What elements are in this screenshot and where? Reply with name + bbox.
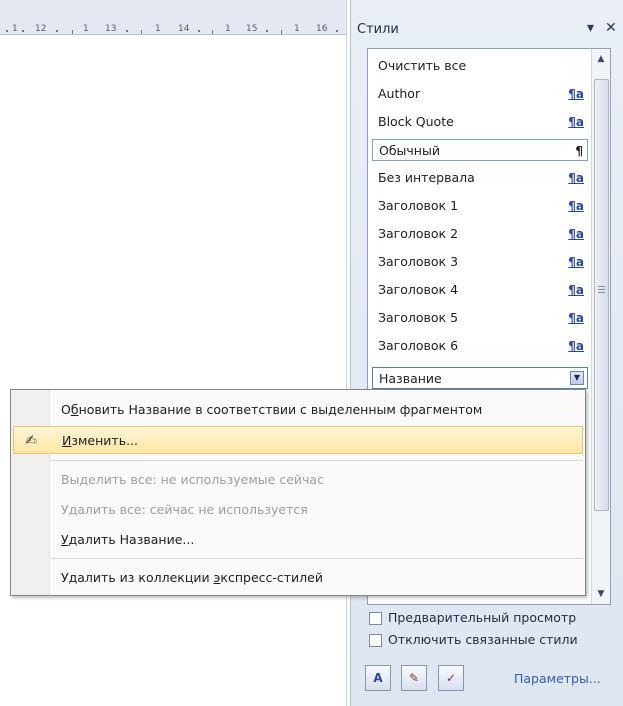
preview-option[interactable]: Предварительный просмотр: [369, 610, 576, 625]
style-item-label: Очистить все: [378, 58, 467, 73]
document-edge: [346, 0, 347, 706]
ruler-label: 15: [246, 24, 258, 34]
menu-item-remove-from-gallery[interactable]: Удалить из коллекции экспресс-стилей: [13, 564, 583, 592]
horizontal-ruler[interactable]: 1 12 1 13 1 14 1 15 1 16: [0, 0, 346, 35]
disable-linked-label: Отключить связанные стили: [388, 632, 578, 647]
ruler-label: 1: [155, 24, 161, 34]
style-item-label: Без интервала: [378, 170, 475, 185]
modify-style-icon: ✍: [25, 433, 37, 449]
style-item-label: Название: [379, 371, 442, 386]
document-canvas[interactable]: [0, 35, 346, 706]
style-item-label: Author: [378, 86, 421, 101]
ruler-ticks: 1 12 1 13 1 14 1 15 1 16: [0, 12, 346, 34]
style-item-heading-1[interactable]: Заголовок 1 ¶a: [372, 195, 588, 217]
scroll-down-icon[interactable]: ▼: [592, 586, 610, 602]
scroll-up-icon[interactable]: ▲: [592, 51, 610, 67]
paragraph-style-icon: ¶: [575, 144, 583, 158]
style-inspector-icon: ✎: [408, 671, 420, 685]
disable-linked-option[interactable]: Отключить связанные стили: [369, 632, 578, 647]
linked-style-icon: ¶a: [568, 311, 584, 325]
new-style-icon: A: [373, 671, 383, 685]
style-item-heading-2[interactable]: Заголовок 2 ¶a: [372, 223, 588, 245]
linked-style-icon: ¶a: [568, 227, 584, 241]
options-link[interactable]: Параметры...: [514, 671, 601, 686]
pane-menu-icon[interactable]: ▾: [587, 20, 594, 36]
style-item-label: Заголовок 3: [378, 254, 459, 269]
style-item-label: Block Quote: [378, 114, 454, 129]
style-item-label: Заголовок 4: [378, 282, 459, 297]
ruler-label: 14: [178, 24, 190, 34]
style-item-label: Заголовок 6: [378, 338, 459, 353]
style-item-label: Обычный: [379, 143, 440, 158]
menu-item-update-style[interactable]: Обновить Название в соответствии с выдел…: [13, 396, 583, 424]
linked-style-icon: ¶a: [568, 339, 584, 353]
ruler-label: 1: [83, 24, 89, 34]
style-item-label: Заголовок 1: [378, 198, 459, 213]
style-item-normal[interactable]: Обычный ¶: [372, 139, 588, 161]
scroll-thumb[interactable]: [594, 79, 609, 511]
style-context-menu: Обновить Название в соответствии с выдел…: [10, 389, 586, 596]
linked-style-icon: ¶a: [568, 255, 584, 269]
style-item-title[interactable]: Название ▼: [372, 367, 588, 389]
linked-style-icon: ¶a: [568, 283, 584, 297]
style-item-heading-4[interactable]: Заголовок 4 ¶a: [372, 279, 588, 301]
style-item-clear-all[interactable]: Очистить все: [372, 55, 588, 77]
linked-style-icon: ¶a: [568, 115, 584, 129]
styles-pane: Стили ▾ ✕ Очистить все Author ¶a Block Q…: [350, 0, 623, 706]
linked-style-icon: ¶a: [568, 199, 584, 213]
menu-separator: [51, 558, 583, 559]
menu-item-select-all: Выделить все: не используемые сейчас: [61, 472, 324, 487]
preview-checkbox[interactable]: [369, 612, 382, 625]
new-style-button[interactable]: A: [365, 665, 391, 691]
styles-scrollbar[interactable]: ▲ ▼: [591, 49, 610, 604]
ruler-label: 1: [294, 24, 300, 34]
manage-styles-icon: ✓: [445, 671, 457, 685]
style-item-heading-3[interactable]: Заголовок 3 ¶a: [372, 251, 588, 273]
menu-separator: [51, 460, 583, 461]
style-item-label: Заголовок 5: [378, 310, 459, 325]
ruler-label: 1: [12, 24, 18, 34]
linked-style-icon: ¶a: [568, 171, 584, 185]
pane-title: Стили: [357, 22, 399, 37]
menu-item-delete-style[interactable]: Удалить Название...: [13, 526, 583, 554]
style-item-label: Заголовок 2: [378, 226, 459, 241]
style-item-block-quote[interactable]: Block Quote ¶a: [372, 111, 588, 133]
ruler-label: 13: [105, 24, 117, 34]
ruler-label: 16: [316, 24, 328, 34]
menu-item-delete-all: Удалить все: сейчас не используется: [61, 502, 308, 517]
style-item-heading-5[interactable]: Заголовок 5 ¶a: [372, 307, 588, 329]
menu-item-modify[interactable]: ✍ Изменить...: [13, 426, 583, 454]
disable-linked-checkbox[interactable]: [369, 634, 382, 647]
style-inspector-button[interactable]: ✎: [401, 665, 427, 691]
style-item-no-spacing[interactable]: Без интервала ¶a: [372, 167, 588, 189]
style-item-author[interactable]: Author ¶a: [372, 83, 588, 105]
manage-styles-button[interactable]: ✓: [438, 665, 464, 691]
chevron-down-icon[interactable]: ▼: [570, 371, 584, 385]
ruler-label: 12: [35, 24, 47, 34]
close-icon[interactable]: ✕: [605, 20, 617, 36]
style-item-heading-6[interactable]: Заголовок 6 ¶a: [372, 335, 588, 357]
linked-style-icon: ¶a: [568, 87, 584, 101]
preview-label: Предварительный просмотр: [388, 610, 577, 625]
ruler-label: 1: [225, 24, 231, 34]
